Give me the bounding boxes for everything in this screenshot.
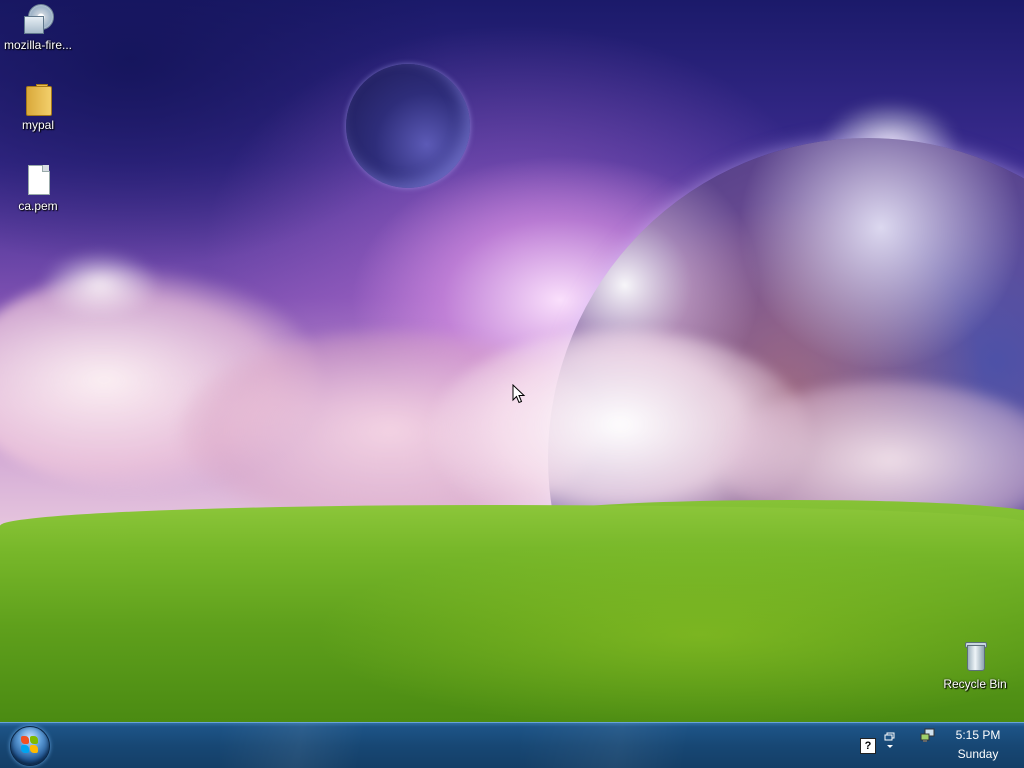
help-icon[interactable]: ?	[860, 738, 876, 754]
clock-day: Sunday	[957, 747, 999, 761]
installer-box	[24, 16, 44, 34]
wallpaper-cloud	[40, 250, 160, 320]
folder-body	[26, 86, 52, 116]
desktop-icon-recycle-bin[interactable]: Recycle Bin	[937, 641, 1013, 691]
flag-blue-pane	[21, 745, 29, 753]
taskbar-sheen	[220, 723, 420, 768]
network-icon[interactable]	[920, 728, 936, 744]
installer-icon	[22, 2, 54, 34]
file-fold	[42, 165, 49, 172]
start-button[interactable]	[10, 726, 50, 766]
flag-green-pane	[30, 736, 38, 744]
clock-time: 5:15 PM	[955, 728, 1001, 742]
recycle-bin-icon	[959, 641, 991, 673]
mouse-cursor-icon	[512, 384, 526, 404]
restore-window-icon[interactable]	[884, 732, 896, 750]
desktop-icon-label: ca.pem	[18, 199, 58, 213]
flag-red-pane	[21, 736, 29, 744]
desktop-icon-label: mypal	[21, 118, 54, 132]
taskbar-sheen	[520, 723, 740, 768]
taskbar-clock[interactable]: 5:15 PM Sunday	[946, 726, 1010, 764]
file-icon	[22, 163, 54, 195]
recycle-bin-can	[967, 645, 985, 671]
wallpaper-grass	[0, 505, 1024, 725]
windows-flag-icon	[21, 736, 39, 754]
desktop-icon-ca-pem[interactable]: ca.pem	[0, 163, 76, 213]
wallpaper-moon	[346, 64, 470, 188]
desktop-icon-mypal[interactable]: mypal	[0, 82, 76, 132]
desktop-icon-label: Recycle Bin	[943, 677, 1007, 691]
desktop[interactable]: mozilla-fire... mypal ca.pem Recycle Bin	[0, 0, 1024, 768]
desktop-icon-mozilla-firefox-installer[interactable]: mozilla-fire...	[0, 2, 76, 52]
folder-icon	[22, 82, 54, 116]
desktop-icon-label: mozilla-fire...	[3, 38, 72, 52]
flag-yellow-pane	[30, 745, 38, 753]
